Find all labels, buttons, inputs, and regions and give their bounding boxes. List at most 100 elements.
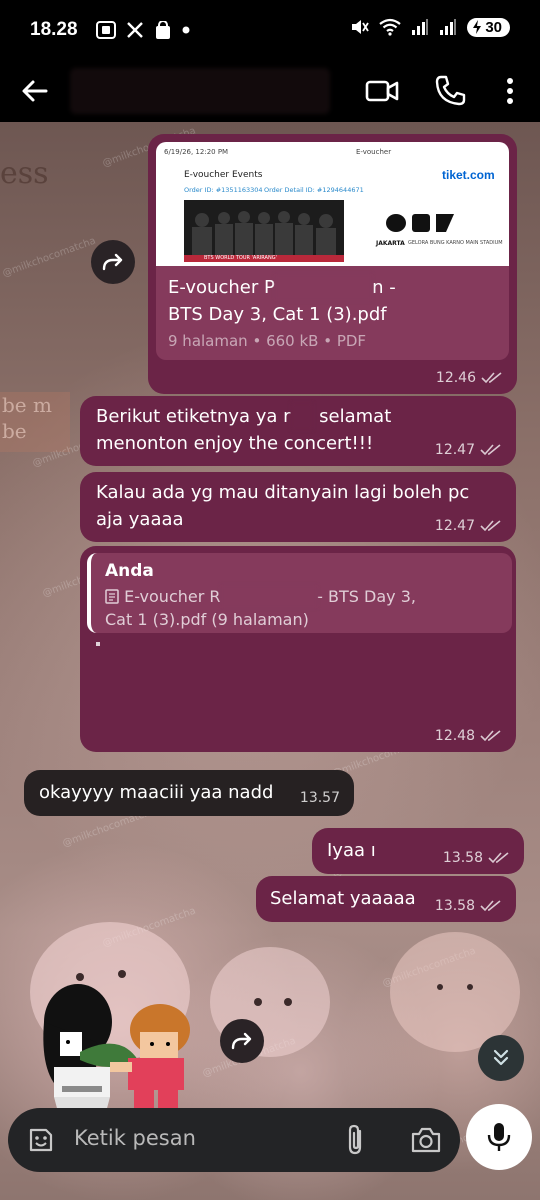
chat-header (0, 60, 540, 122)
wifi-icon (379, 18, 401, 36)
double-check-icon (481, 372, 502, 384)
message-text: Iyaa ı (327, 840, 376, 861)
message-text: Selamat yaaaaa (270, 888, 416, 909)
scroll-to-bottom-button[interactable] (478, 1035, 524, 1081)
preview-venue-title: JAKARTA (376, 240, 405, 247)
message-meta: 13.58 (443, 850, 510, 866)
message-input-bar[interactable]: Ketik pesan (8, 1108, 460, 1172)
arrow-left-icon[interactable] (18, 74, 52, 108)
message-meta: 12.48 (435, 728, 502, 744)
message-time: 13.58 (434, 898, 475, 914)
message-text-part1: Berikut etiketnya ya r (96, 406, 291, 427)
redacted-reply-text (96, 642, 100, 646)
document-title-end: n - (372, 277, 396, 298)
double-check-icon (480, 520, 501, 532)
quote-text-line2: Cat 1 (3).pdf (9 halaman) (105, 610, 309, 629)
sticker-image[interactable] (30, 962, 200, 1122)
redacted-text (220, 585, 318, 608)
quote-text-end: - BTS Day 3, (317, 587, 416, 606)
shopping-bag-icon (155, 20, 170, 39)
forward-button[interactable] (91, 240, 135, 284)
message-text-line1: Kalau ada yg mau ditanyain lagi boleh pc (96, 482, 470, 503)
message-meta: 13.57 (300, 790, 340, 806)
message-time: 12.48 (434, 728, 475, 744)
message-time: 12.47 (434, 518, 475, 534)
wallpaper-text-2b: be (2, 419, 27, 443)
double-check-icon (480, 900, 501, 912)
document-preview[interactable]: 6/19/26, 12:20 PM E-voucher E-voucher Ev… (156, 142, 509, 266)
preview-title: E-voucher Events (184, 170, 263, 180)
message-bubble-outgoing[interactable]: Iyaa ı 13.58 (312, 828, 524, 874)
message-time: 12.47 (434, 442, 475, 458)
preview-order-detail-id: Order Detail ID: #1294644671 (264, 186, 364, 194)
message-bubble-outgoing[interactable]: Kalau ada yg mau ditanyain lagi boleh pc… (80, 472, 516, 542)
document-card[interactable]: E-voucher P n - BTS Day 3, Cat 1 (3).pdf… (156, 266, 509, 360)
forward-icon (102, 253, 123, 271)
wallpaper-text-2a: be m (2, 393, 52, 417)
status-time: 18.28 (30, 19, 78, 40)
wallpaper-text-2: be m be (0, 392, 70, 452)
screenshot-icon (95, 21, 116, 39)
double-check-icon (480, 730, 501, 742)
document-title: E-voucher P n - BTS Day 3, Cat 1 (3).pdf (168, 274, 498, 328)
quote-text: E-voucher R - BTS Day 3, Cat 1 (3).pdf (… (105, 585, 500, 631)
forward-icon (231, 1032, 252, 1050)
preview-banner-text: BTS WORLD TOUR 'ARIRANG' (204, 255, 277, 261)
preview-date: 6/19/26, 12:20 PM (164, 148, 229, 156)
message-time: 12.46 (435, 370, 476, 386)
message-bubble-incoming[interactable]: okayyyy maaciii yaa nadd 13.57 (24, 770, 354, 816)
message-text-line2: aja yaaaa (96, 509, 184, 530)
message-meta: 12.47 (435, 442, 502, 458)
status-left-icons (95, 20, 190, 40)
tiket-logo: tiket.com (442, 168, 495, 182)
redacted-text (290, 403, 314, 430)
forward-button[interactable] (220, 1019, 264, 1063)
quote-author: Anda (105, 561, 154, 581)
mute-icon (352, 20, 370, 34)
video-camera-icon[interactable] (364, 73, 400, 109)
x-app-icon (126, 22, 143, 38)
phone-icon[interactable] (432, 73, 468, 109)
document-icon (105, 589, 119, 604)
emoji-icon[interactable] (26, 1125, 56, 1155)
status-bar: 18.28 30 (0, 0, 540, 60)
watermark: @milkchocomatcha (1, 235, 98, 280)
chevron-double-down-icon (493, 1049, 509, 1066)
preview-header-right: E-voucher (356, 148, 392, 156)
message-bubble-outgoing[interactable]: Berikut etiketnya ya r selamat menonton … (80, 396, 516, 466)
message-bubble-outgoing[interactable]: Selamat yaaaaa 13.58 (256, 876, 516, 922)
preview-banner-image: BTS WORLD TOUR 'ARIRANG' (184, 200, 344, 262)
reply-message-bubble[interactable]: Anda E-voucher R - BTS Day 3, Cat 1 (3).… (80, 546, 516, 752)
preview-venue: GELORA BUNG KARNO MAIN STADIUM (408, 240, 503, 246)
message-meta: 12.46 (436, 370, 503, 386)
message-time: 13.58 (442, 850, 483, 866)
double-check-icon (488, 852, 509, 864)
message-text-line2: menonton enjoy the concert!!! (96, 433, 374, 454)
signal-1-icon (412, 19, 429, 35)
charging-icon (473, 20, 482, 34)
battery-level: 30 (485, 18, 502, 36)
more-vertical-icon[interactable] (492, 73, 528, 109)
group-photo-image (184, 211, 344, 262)
wallpaper-text: ess (0, 156, 49, 191)
document-message-bubble[interactable]: 6/19/26, 12:20 PM E-voucher E-voucher Ev… (148, 134, 517, 394)
message-time: 13.57 (299, 790, 340, 806)
microphone-button[interactable] (466, 1104, 532, 1170)
message-text: okayyyy maaciii yaa nadd (39, 782, 274, 803)
message-text-part2: selamat (313, 406, 392, 427)
chat-area[interactable]: ess be m be @milkchocomatcha @milkchocom… (0, 122, 540, 1200)
preview-order-id: Order ID: #1351163304 (184, 186, 263, 194)
document-title-line2: BTS Day 3, Cat 1 (3).pdf (168, 304, 387, 325)
message-input-field[interactable]: Ketik pesan (74, 1126, 196, 1150)
signal-2-icon (440, 19, 457, 35)
document-meta: 9 halaman • 660 kB • PDF (168, 332, 367, 350)
notification-dot-icon (182, 26, 190, 34)
battery-indicator: 30 (467, 17, 510, 37)
camera-icon[interactable] (410, 1125, 442, 1155)
double-check-icon (480, 444, 501, 456)
microphone-icon (487, 1123, 511, 1151)
bts-logo-icon (386, 214, 454, 232)
paperclip-icon[interactable] (342, 1123, 370, 1157)
quoted-message[interactable]: Anda E-voucher R - BTS Day 3, Cat 1 (3).… (87, 553, 512, 633)
contact-name-redacted[interactable] (70, 68, 330, 114)
